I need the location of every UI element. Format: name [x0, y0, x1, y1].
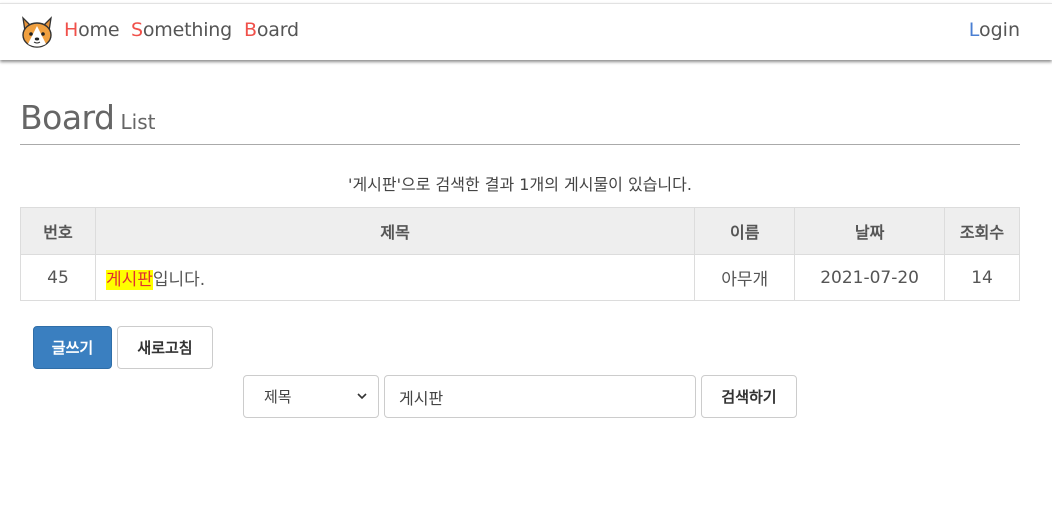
- cell-name: 아무개: [694, 254, 796, 301]
- corgi-icon[interactable]: [20, 14, 54, 50]
- search-button[interactable]: 검색하기: [701, 375, 797, 418]
- page-heading: Board List: [20, 98, 1020, 145]
- cell-title[interactable]: 게시판입니다.: [94, 254, 696, 301]
- search-field-select[interactable]: 제목: [243, 375, 379, 418]
- refresh-button[interactable]: 새로고침: [117, 326, 213, 369]
- search-highlight[interactable]: 게시판: [105, 270, 153, 290]
- board-table: 번호 제목 이름 날짜 조회수 45 게시판입니다. 아무개 2021-07-2…: [20, 207, 1020, 301]
- select-value: 제목: [264, 388, 292, 406]
- table-row[interactable]: 45 게시판입니다. 아무개 2021-07-20 14: [20, 254, 1020, 301]
- cell-date: 2021-07-20: [794, 254, 946, 301]
- login-link[interactable]: Login: [969, 19, 1020, 41]
- column-header-name: 이름: [694, 207, 796, 255]
- column-header-title: 제목: [94, 207, 696, 255]
- table-header-row: 번호 제목 이름 날짜 조회수: [20, 207, 1020, 255]
- write-button[interactable]: 글쓰기: [33, 326, 112, 369]
- nav-something[interactable]: Something: [131, 19, 232, 41]
- column-header-date: 날짜: [794, 207, 946, 255]
- top-navbar: Home Something Board Login: [0, 3, 1052, 60]
- cell-number: 45: [20, 254, 96, 301]
- column-header-views: 조회수: [944, 207, 1020, 255]
- search-result-message: '게시판'으로 검색한 결과 1개의 게시물이 있습니다.: [348, 175, 692, 194]
- page-subtitle: List: [120, 110, 156, 134]
- nav-board[interactable]: Board: [244, 19, 299, 41]
- chevron-down-icon: [357, 393, 367, 400]
- nav-home[interactable]: Home: [64, 19, 120, 41]
- search-input[interactable]: 게시판: [384, 375, 696, 418]
- cell-views: 14: [944, 254, 1020, 301]
- page-title: Board: [20, 98, 115, 137]
- column-header-number: 번호: [20, 207, 96, 255]
